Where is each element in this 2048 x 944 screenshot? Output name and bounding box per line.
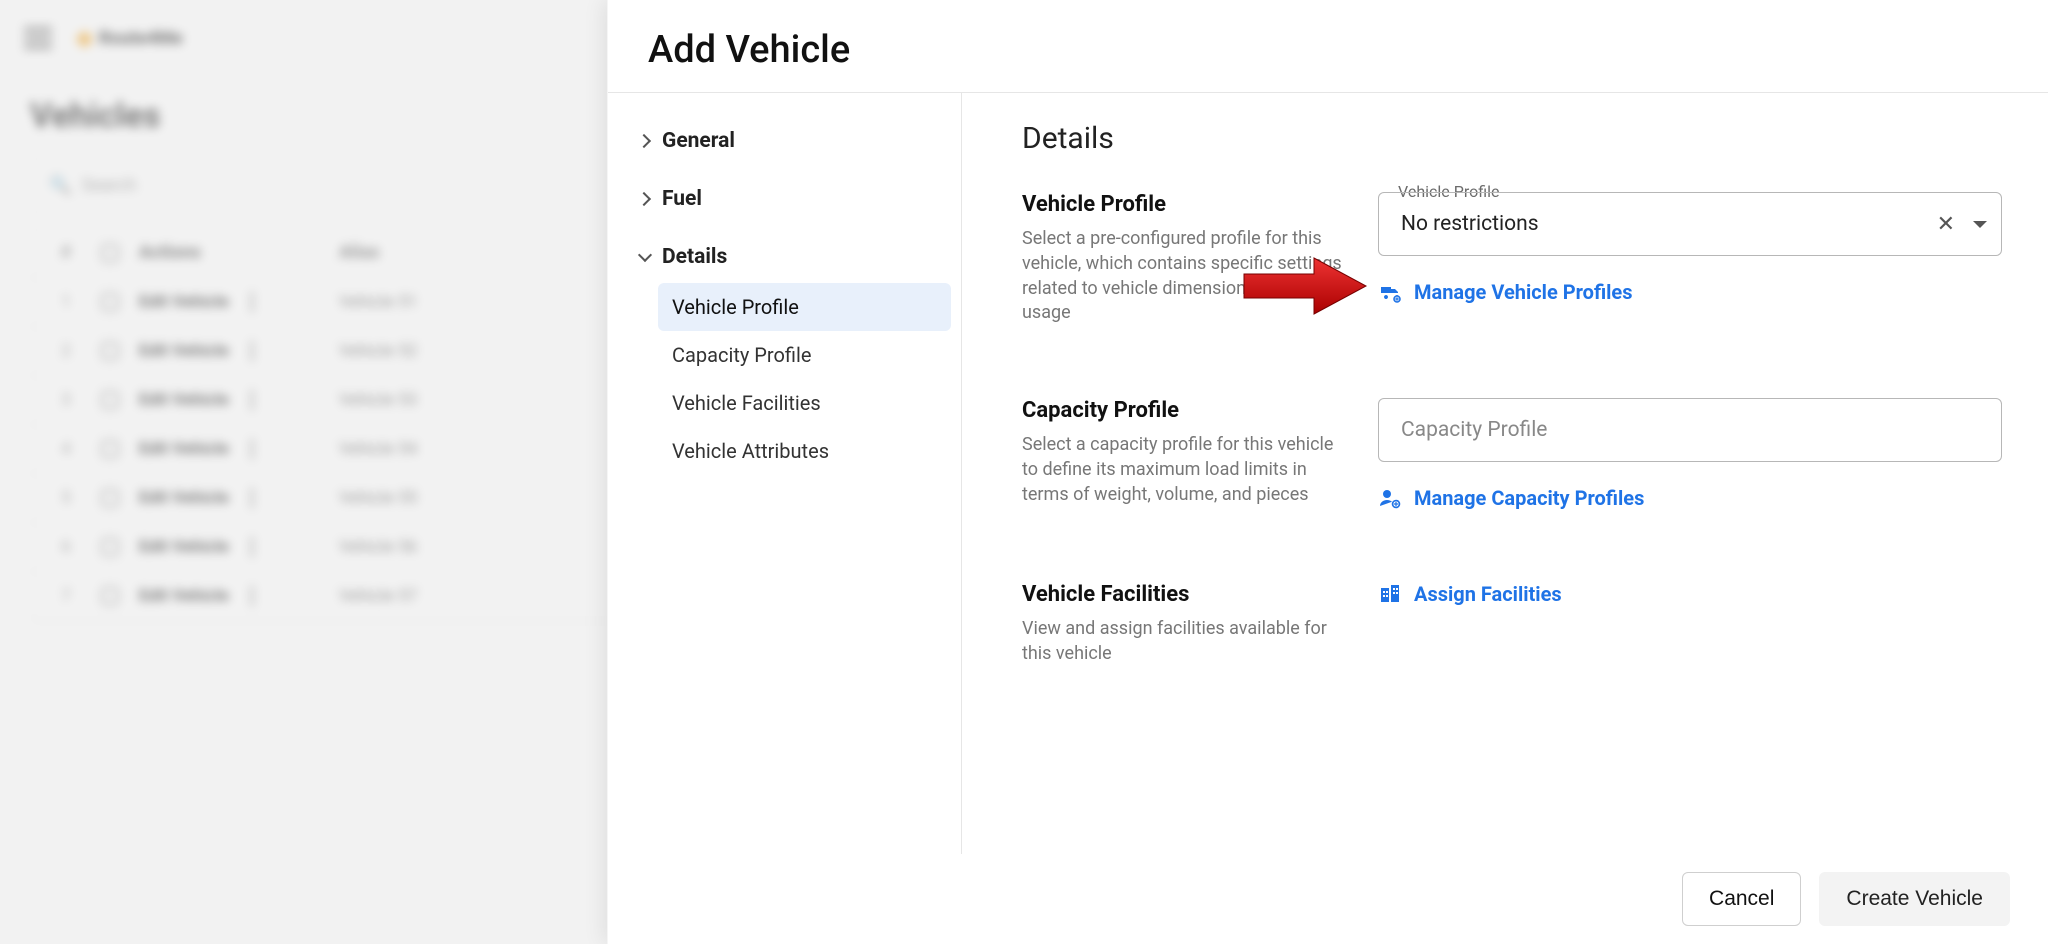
cancel-button[interactable]: Cancel xyxy=(1682,872,1801,926)
modal-overlay xyxy=(0,0,607,944)
manage-capacity-profiles-link[interactable]: Manage Capacity Profiles xyxy=(1378,486,2002,510)
details-heading: Details xyxy=(1022,121,2002,156)
section-vehicle-facilities: Vehicle Facilities View and assign facil… xyxy=(1022,582,2002,667)
manage-capacity-profiles-label: Manage Capacity Profiles xyxy=(1414,486,1644,510)
vehicle-profile-title: Vehicle Profile xyxy=(1022,192,1342,217)
drawer-title: Add Vehicle xyxy=(648,28,2008,72)
details-panel: Details Vehicle Profile Select a pre-con… xyxy=(962,93,2048,854)
vehicle-facilities-desc: View and assign facilities available for… xyxy=(1022,617,1342,667)
drawer-header: Add Vehicle xyxy=(608,0,2048,93)
capacity-profile-desc: Select a capacity profile for this vehic… xyxy=(1022,433,1342,507)
capacity-profile-placeholder: Capacity Profile xyxy=(1401,418,1547,442)
capacity-profile-title: Capacity Profile xyxy=(1022,398,1342,423)
chevron-right-icon xyxy=(638,192,652,206)
manage-vehicle-profiles-label: Manage Vehicle Profiles xyxy=(1414,280,1633,304)
drawer-side-nav: General Fuel Details Vehicle Profile Cap… xyxy=(608,93,962,854)
nav-item-vehicle-attributes[interactable]: Vehicle Attributes xyxy=(658,427,951,475)
user-gear-icon xyxy=(1378,486,1402,510)
nav-group-general[interactable]: General xyxy=(628,117,951,165)
create-vehicle-button[interactable]: Create Vehicle xyxy=(1819,872,2010,926)
vehicle-profile-value: No restrictions xyxy=(1401,212,1539,236)
caret-down-icon[interactable] xyxy=(1973,221,1987,228)
vehicle-facilities-title: Vehicle Facilities xyxy=(1022,582,1342,607)
vehicle-profile-desc: Select a pre-configured profile for this… xyxy=(1022,227,1342,326)
drawer-footer: Cancel Create Vehicle xyxy=(608,854,2048,944)
nav-item-vehicle-profile[interactable]: Vehicle Profile xyxy=(658,283,951,331)
buildings-icon xyxy=(1378,582,1402,606)
manage-vehicle-profiles-link[interactable]: Manage Vehicle Profiles xyxy=(1378,280,2002,304)
nav-label-fuel: Fuel xyxy=(662,187,702,211)
nav-label-general: General xyxy=(662,129,735,153)
chevron-right-icon xyxy=(638,134,652,148)
nav-label-details: Details xyxy=(662,245,727,269)
assign-facilities-link[interactable]: Assign Facilities xyxy=(1378,582,2002,606)
nav-group-fuel[interactable]: Fuel xyxy=(628,175,951,223)
section-capacity-profile: Capacity Profile Select a capacity profi… xyxy=(1022,398,2002,510)
chevron-down-icon xyxy=(638,250,652,264)
capacity-profile-input[interactable]: Capacity Profile xyxy=(1378,398,2002,462)
section-vehicle-profile: Vehicle Profile Select a pre-configured … xyxy=(1022,192,2002,326)
nav-item-vehicle-facilities[interactable]: Vehicle Facilities xyxy=(658,379,951,427)
vehicle-profile-select[interactable]: No restrictions ✕ xyxy=(1378,192,2002,256)
nav-item-capacity-profile[interactable]: Capacity Profile xyxy=(658,331,951,379)
add-vehicle-drawer: Add Vehicle General Fuel Details xyxy=(607,0,2048,944)
clear-icon[interactable]: ✕ xyxy=(1937,212,1955,237)
assign-facilities-label: Assign Facilities xyxy=(1414,582,1562,606)
nav-group-details[interactable]: Details xyxy=(628,233,951,281)
truck-gear-icon xyxy=(1378,280,1402,304)
